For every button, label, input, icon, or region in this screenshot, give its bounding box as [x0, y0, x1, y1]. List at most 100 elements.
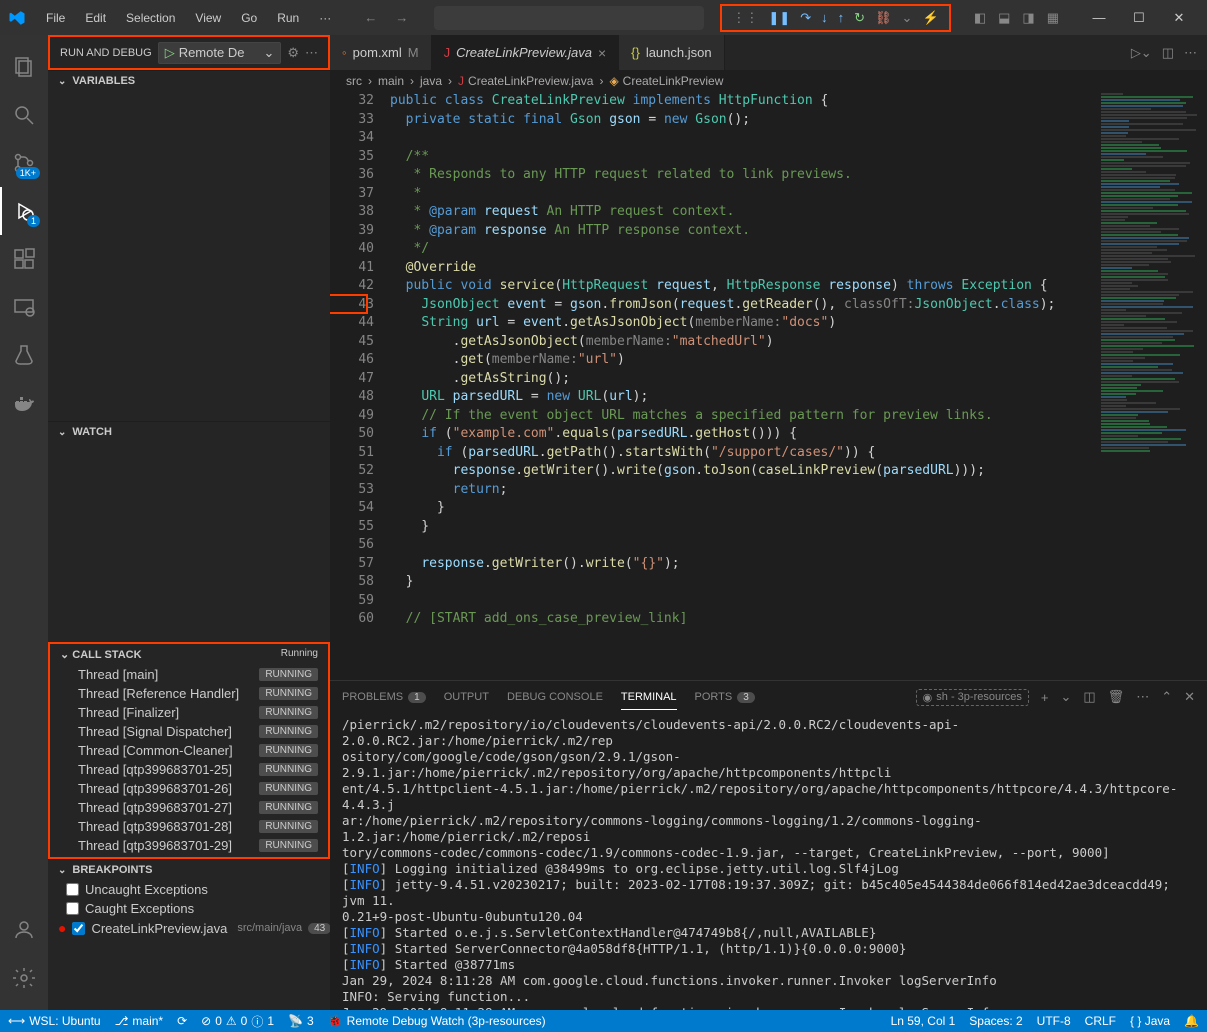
status-ports[interactable]: 📡3 [288, 1014, 314, 1028]
menu-view[interactable]: View [187, 7, 229, 29]
bp-file-checkbox[interactable] [72, 922, 85, 935]
activity-account[interactable] [0, 906, 48, 954]
bp-uncaught-checkbox[interactable] [66, 883, 79, 896]
maximize-icon[interactable]: ☐ [1119, 3, 1159, 33]
callstack-item[interactable]: Thread [qtp399683701-27]RUNNING [50, 798, 328, 817]
status-remote[interactable]: ⟷WSL: Ubuntu [8, 1014, 101, 1028]
new-terminal-icon[interactable]: + [1041, 690, 1049, 705]
step-over-icon[interactable]: ↷ [800, 10, 811, 26]
menu-edit[interactable]: Edit [77, 7, 114, 29]
menu-run[interactable]: Run [269, 7, 307, 29]
hot-reload-icon[interactable]: ⚡ [922, 10, 938, 26]
nav-forward-icon[interactable]: → [389, 8, 414, 27]
step-out-icon[interactable]: ↑ [838, 10, 845, 25]
bp-caught[interactable]: Caught Exceptions [48, 899, 330, 918]
panel-tab-output[interactable]: OUTPUT [444, 685, 489, 709]
restart-icon[interactable]: ↻ [854, 10, 865, 26]
watch-header[interactable]: ⌄ WATCH [48, 422, 330, 442]
terminal-selector[interactable]: ◉ sh - 3p-resources [916, 689, 1029, 706]
breadcrumb-item[interactable]: CreateLinkPreview [623, 74, 724, 88]
breakpoints-header[interactable]: ⌄ BREAKPOINTS [48, 860, 330, 880]
menu-file[interactable]: File [38, 7, 73, 29]
activity-extensions[interactable] [0, 235, 48, 283]
status-indent[interactable]: Spaces: 2 [969, 1014, 1022, 1028]
callstack-item[interactable]: Thread [qtp399683701-28]RUNNING [50, 817, 328, 836]
trash-icon[interactable]: 🗑 [1108, 689, 1125, 705]
breadcrumb-item[interactable]: main [378, 74, 404, 88]
variables-header[interactable]: ⌄ VARIABLES [48, 71, 330, 91]
status-sync[interactable]: ⟳ [177, 1014, 187, 1028]
breadcrumb-item[interactable]: CreateLinkPreview.java [468, 74, 593, 88]
activity-remote[interactable] [0, 283, 48, 331]
run-icon[interactable]: ▷⌄ [1131, 45, 1152, 61]
callstack-header[interactable]: ⌄ CALL STACK Running [50, 644, 328, 665]
breadcrumb-item[interactable]: java [420, 74, 442, 88]
callstack-item[interactable]: Thread [qtp399683701-29]RUNNING [50, 836, 328, 855]
activity-run-debug[interactable]: 1 [0, 187, 48, 235]
bp-uncaught[interactable]: Uncaught Exceptions [48, 880, 330, 899]
disconnect-icon[interactable]: ⛓ [875, 10, 892, 26]
activity-search[interactable] [0, 91, 48, 139]
status-debug-target[interactable]: 🐞Remote Debug Watch (3p-resources) [328, 1014, 546, 1028]
split-terminal-icon[interactable]: ◫ [1083, 689, 1095, 705]
bp-caught-checkbox[interactable] [66, 902, 79, 915]
minimize-icon[interactable]: — [1079, 3, 1119, 33]
nav-back-icon[interactable]: ← [358, 8, 383, 27]
gear-icon[interactable]: ⚙ [287, 45, 299, 61]
split-editor-icon[interactable]: ◫ [1162, 45, 1174, 61]
status-encoding[interactable]: UTF-8 [1037, 1014, 1071, 1028]
menu-more[interactable]: ··· [311, 7, 339, 29]
activity-source-control[interactable]: 1K+ [0, 139, 48, 187]
menu-selection[interactable]: Selection [118, 7, 183, 29]
chevron-down-icon[interactable]: ⌄ [902, 10, 913, 26]
panel-tab-terminal[interactable]: TERMINAL [621, 685, 677, 710]
status-branch[interactable]: ⎇main* [115, 1014, 164, 1028]
command-center-search[interactable] [434, 6, 704, 30]
status-notifications[interactable]: 🔔 [1184, 1014, 1199, 1028]
terminal-content[interactable]: /pierrick/.m2/repository/io/cloudevents/… [330, 713, 1207, 1010]
tab-pom[interactable]: ◦ pom.xml M [330, 35, 432, 70]
callstack-item[interactable]: Thread [Signal Dispatcher]RUNNING [50, 722, 328, 741]
more-icon[interactable]: ⋯ [305, 45, 318, 61]
activity-explorer[interactable] [0, 43, 48, 91]
minimap[interactable] [1097, 92, 1207, 680]
status-problems[interactable]: ⊘0 ⚠0 ⓘ1 [201, 1013, 274, 1030]
close-icon[interactable]: × [598, 45, 606, 61]
activity-docker[interactable] [0, 379, 48, 427]
callstack-item[interactable]: Thread [Common-Cleaner]RUNNING [50, 741, 328, 760]
activity-testing[interactable] [0, 331, 48, 379]
status-eol[interactable]: CRLF [1085, 1014, 1116, 1028]
callstack-item[interactable]: Thread [qtp399683701-25]RUNNING [50, 760, 328, 779]
bp-file[interactable]: ● CreateLinkPreview.java src/main/java 4… [48, 918, 330, 938]
callstack-item[interactable]: Thread [Finalizer]RUNNING [50, 703, 328, 722]
layout-panel-right-icon[interactable]: ◨ [1018, 6, 1038, 30]
panel-tab-debug-console[interactable]: DEBUG CONSOLE [507, 685, 603, 709]
pause-icon[interactable]: ❚❚ [768, 10, 790, 26]
drag-handle-icon[interactable]: ⋮⋮ [732, 10, 758, 26]
layout-panel-bottom-icon[interactable]: ⬓ [994, 6, 1014, 30]
breadcrumb-item[interactable]: src [346, 74, 362, 88]
tab-launch-json[interactable]: {} launch.json [619, 35, 724, 70]
chevron-up-icon[interactable]: ⌃ [1161, 689, 1172, 705]
callstack-item[interactable]: Thread [main]RUNNING [50, 665, 328, 684]
status-cursor[interactable]: Ln 59, Col 1 [891, 1014, 956, 1028]
tab-create-link-preview[interactable]: J CreateLinkPreview.java × [432, 35, 620, 70]
activity-settings[interactable] [0, 954, 48, 1002]
more-icon[interactable]: ⋯ [1184, 45, 1197, 61]
breadcrumbs[interactable]: src› main› java› J CreateLinkPreview.jav… [330, 70, 1207, 92]
panel-tab-ports[interactable]: PORTS 3 [695, 685, 755, 709]
status-language[interactable]: { } Java [1130, 1014, 1170, 1028]
callstack-item[interactable]: Thread [Reference Handler]RUNNING [50, 684, 328, 703]
step-into-icon[interactable]: ↓ [821, 10, 828, 25]
layout-panel-left-icon[interactable]: ◧ [970, 6, 990, 30]
chevron-down-icon[interactable]: ⌄ [1060, 689, 1071, 705]
layout-customize-icon[interactable]: ▦ [1043, 6, 1063, 30]
close-panel-icon[interactable]: ✕ [1184, 689, 1195, 705]
close-icon[interactable]: ✕ [1159, 3, 1199, 33]
debug-config-selector[interactable]: ▷ Remote De ⌄ [158, 42, 282, 64]
callstack-item[interactable]: Thread [qtp399683701-26]RUNNING [50, 779, 328, 798]
panel-tab-problems[interactable]: PROBLEMS 1 [342, 685, 426, 709]
more-icon[interactable]: ⋯ [1136, 689, 1149, 705]
editor-content[interactable]: 3233343536373839404142434445464748495051… [330, 92, 1207, 680]
menu-go[interactable]: Go [233, 7, 265, 29]
